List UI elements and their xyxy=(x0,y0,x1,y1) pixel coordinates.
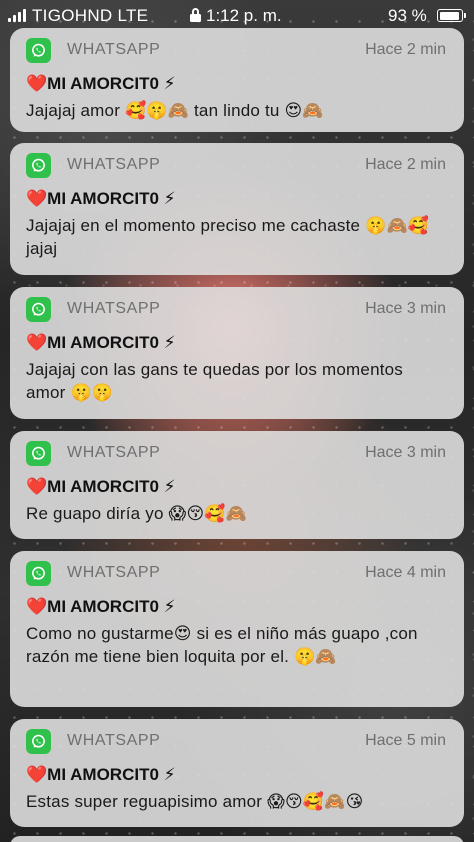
notification-card[interactable]: WHATSAPP Hace 2 min ❤️MI AMORCIT0 ⚡ Jaja… xyxy=(10,28,464,132)
message-text: Jajajaj en el momento preciso me cachast… xyxy=(26,216,430,258)
signal-strength-icon xyxy=(8,9,26,22)
notification-list: WHATSAPP Hace 2 min ❤️MI AMORCIT0 ⚡ Jaja… xyxy=(0,0,474,842)
sender-name: ❤️MI AMORCIT0 ⚡ xyxy=(26,74,176,93)
notification-time: Hace 3 min xyxy=(365,300,446,317)
message-text: Jajajaj con las gans te quedas por los m… xyxy=(26,360,403,402)
notification-time: Hace 2 min xyxy=(365,41,446,58)
whatsapp-icon xyxy=(26,561,51,586)
whatsapp-icon xyxy=(26,153,51,178)
sender-name: ❤️MI AMORCIT0 ⚡ xyxy=(26,189,176,208)
app-name: WHATSAPP xyxy=(67,732,161,749)
sender-name: ❤️MI AMORCIT0 ⚡ xyxy=(26,597,176,616)
notification-card[interactable]: WHATSAPP Hace 3 min ❤️MI AMORCIT0 ⚡ Jaja… xyxy=(10,287,464,419)
sender-name: ❤️MI AMORCIT0 ⚡ xyxy=(26,477,176,496)
notification-time: Hace 2 min xyxy=(365,156,446,173)
whatsapp-icon xyxy=(26,297,51,322)
message-text: Re guapo diría yo 😱😚🥰🙈 xyxy=(26,504,248,523)
message-text: Como no gustarme😍 si es el niño más guap… xyxy=(26,624,418,666)
status-time: 1:12 p. m. xyxy=(206,6,282,25)
message-text: Estas super reguapisimo amor 😱😚🥰🙈😘 xyxy=(26,792,364,811)
whatsapp-icon xyxy=(26,38,51,63)
battery-percentage: 93 % xyxy=(388,6,427,25)
notification-card[interactable]: WHATSAPP Hace 3 min ❤️MI AMORCIT0 ⚡ Re g… xyxy=(10,431,464,539)
notification-card[interactable]: WHATSAPP Hace 5 min ❤️MI AMORCIT0 ⚡ Esta… xyxy=(10,719,464,827)
whatsapp-icon xyxy=(26,729,51,754)
carrier-label: TIGOHND LTE xyxy=(32,6,149,25)
app-name: WHATSAPP xyxy=(67,41,161,58)
app-name: WHATSAPP xyxy=(67,564,161,581)
notification-time: Hace 3 min xyxy=(365,444,446,461)
sender-name: ❤️MI AMORCIT0 ⚡ xyxy=(26,765,176,784)
status-bar: TIGOHND LTE 1:12 p. m. 93 % xyxy=(0,0,474,32)
orientation-lock-icon xyxy=(190,8,201,22)
notification-card[interactable]: WHATSAPP Hace 4 min ❤️MI AMORCIT0 ⚡ Como… xyxy=(10,551,464,707)
whatsapp-icon xyxy=(26,441,51,466)
battery-icon xyxy=(437,9,466,22)
app-name: WHATSAPP xyxy=(67,444,161,461)
notification-card[interactable]: WHATSAPP Hace 2 min ❤️MI AMORCIT0 ⚡ Jaja… xyxy=(10,143,464,275)
app-name: WHATSAPP xyxy=(67,156,161,173)
notification-time: Hace 5 min xyxy=(365,732,446,749)
sender-name: ❤️MI AMORCIT0 ⚡ xyxy=(26,333,176,352)
notification-time: Hace 4 min xyxy=(365,564,446,581)
app-name: WHATSAPP xyxy=(67,300,161,317)
message-text: Jajajaj amor 🥰🤫🙈 tan lindo tu 😍🙈 xyxy=(26,101,324,120)
notification-card-partial[interactable] xyxy=(10,836,464,842)
